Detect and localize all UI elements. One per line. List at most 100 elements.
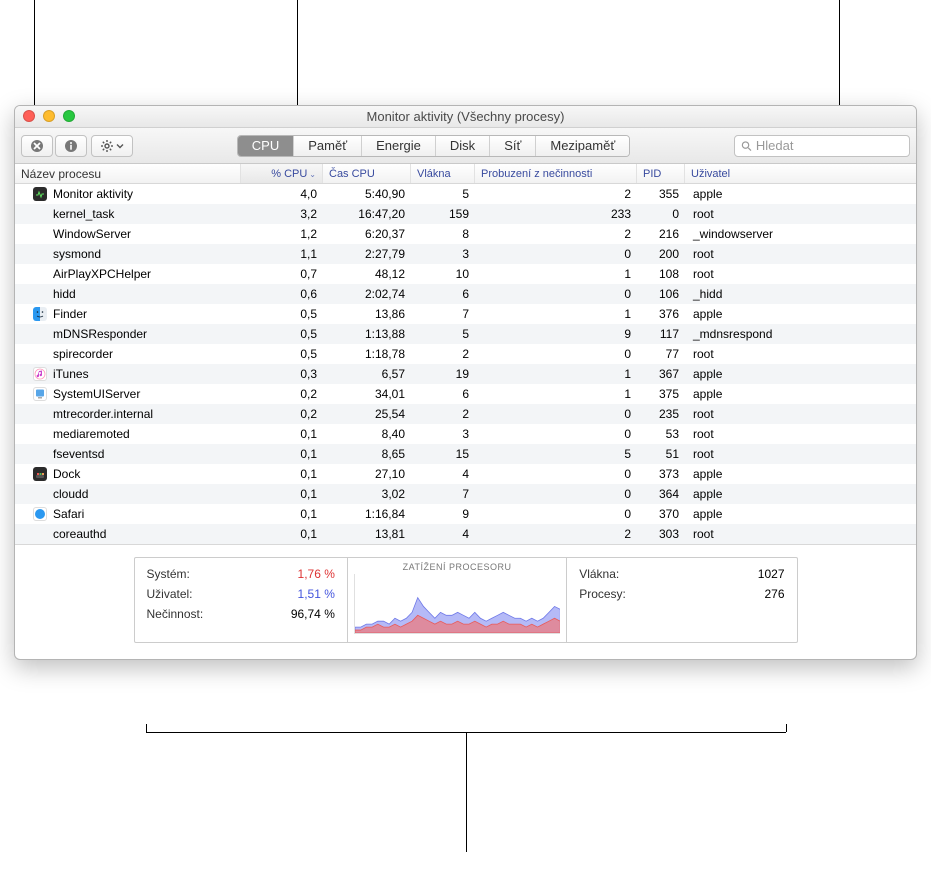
cell-time: 13,81	[323, 524, 411, 544]
table-row[interactable]: cloudd0,13,0270364apple	[15, 484, 916, 504]
cell-user: apple	[685, 304, 916, 324]
titlebar[interactable]: Monitor aktivity (Všechny procesy)	[15, 106, 916, 128]
action-menu-button[interactable]	[91, 135, 133, 157]
cell-cpu: 4,0	[241, 184, 323, 204]
summary-right-column: Vlákna: 1027 Procesy: 276	[567, 558, 796, 642]
table-row[interactable]: coreauthd0,113,8142303root	[15, 524, 916, 544]
window-minimize-button[interactable]	[43, 110, 55, 122]
table-row[interactable]: Finder0,513,8671376apple	[15, 304, 916, 324]
column-pid[interactable]: PID	[637, 164, 685, 183]
cell-user: apple	[685, 384, 916, 404]
stop-process-button[interactable]	[21, 135, 53, 157]
idle-pct-value: 96,74 %	[291, 604, 335, 624]
table-row[interactable]: spirecorder0,51:18,782077root	[15, 344, 916, 364]
table-row[interactable]: AirPlayXPCHelper0,748,12101108root	[15, 264, 916, 284]
search-field[interactable]	[734, 135, 910, 157]
table-row[interactable]: iTunes0,36,57191367apple	[15, 364, 916, 384]
cell-threads: 7	[411, 484, 475, 504]
column-threads[interactable]: Vlákna	[411, 164, 475, 183]
tab-paměť[interactable]: Paměť	[293, 136, 361, 156]
table-row[interactable]: sysmond1,12:27,7930200root	[15, 244, 916, 264]
process-name-cell: SystemUIServer	[15, 384, 241, 404]
cell-cpu: 0,1	[241, 504, 323, 524]
tab-cpu[interactable]: CPU	[238, 136, 293, 156]
cell-user: apple	[685, 464, 916, 484]
cell-wakeups: 0	[475, 484, 637, 504]
table-row[interactable]: mediaremoted0,18,403053root	[15, 424, 916, 444]
cell-wakeups: 0	[475, 284, 637, 304]
activity-monitor-window: Monitor aktivity (Všechny procesy)	[14, 105, 917, 660]
table-row[interactable]: Monitor aktivity4,05:40,9052355apple	[15, 184, 916, 204]
tab-mezipaměť[interactable]: Mezipaměť	[535, 136, 629, 156]
cell-cpu: 0,6	[241, 284, 323, 304]
cell-wakeups: 2	[475, 224, 637, 244]
processes-total-value: 276	[764, 584, 784, 604]
process-name: cloudd	[53, 484, 88, 504]
cell-pid: 200	[637, 244, 685, 264]
table-row[interactable]: mDNSResponder0,51:13,8859117_mdnsrespond	[15, 324, 916, 344]
stop-icon	[30, 139, 44, 153]
user-pct-value: 1,51 %	[298, 584, 335, 604]
search-input[interactable]	[756, 138, 903, 153]
process-table[interactable]: Monitor aktivity4,05:40,9052355applekern…	[15, 184, 916, 544]
threads-total-label: Vlákna:	[579, 564, 619, 584]
process-name-cell: fseventsd	[15, 444, 241, 464]
tab-síť[interactable]: Síť	[489, 136, 535, 156]
window-close-button[interactable]	[23, 110, 35, 122]
tab-disk[interactable]: Disk	[435, 136, 489, 156]
cell-cpu: 0,2	[241, 384, 323, 404]
window-zoom-button[interactable]	[63, 110, 75, 122]
gear-icon	[100, 139, 114, 153]
chart-title: ZATÍŽENÍ PROCESORU	[354, 562, 560, 572]
finder-icon	[33, 307, 47, 321]
column-cpu-time[interactable]: Čas CPU	[323, 164, 411, 183]
table-row[interactable]: fseventsd0,18,6515551root	[15, 444, 916, 464]
cell-wakeups: 0	[475, 404, 637, 424]
cell-pid: 216	[637, 224, 685, 244]
table-row[interactable]: mtrecorder.internal0,225,5420235root	[15, 404, 916, 424]
cell-wakeups: 0	[475, 344, 637, 364]
process-name: coreauthd	[53, 524, 106, 544]
chevron-down-icon	[116, 142, 124, 150]
process-name-cell: AirPlayXPCHelper	[15, 264, 241, 284]
table-row[interactable]: Safari0,11:16,8490370apple	[15, 504, 916, 524]
cell-cpu: 0,1	[241, 424, 323, 444]
cell-threads: 6	[411, 284, 475, 304]
tab-energie[interactable]: Energie	[361, 136, 435, 156]
processes-total-label: Procesy:	[579, 584, 626, 604]
cell-cpu: 0,1	[241, 464, 323, 484]
process-name: Finder	[53, 304, 87, 324]
threads-total-value: 1027	[758, 564, 785, 584]
table-row[interactable]: kernel_task3,216:47,201592330root	[15, 204, 916, 224]
process-name: hidd	[53, 284, 76, 304]
cell-pid: 51	[637, 444, 685, 464]
cell-time: 1:18,78	[323, 344, 411, 364]
safari-icon	[33, 507, 47, 521]
cpu-load-chart	[354, 574, 560, 634]
cell-cpu: 1,1	[241, 244, 323, 264]
window-title: Monitor aktivity (Všechny procesy)	[367, 109, 565, 124]
cell-threads: 3	[411, 244, 475, 264]
inspect-process-button[interactable]	[55, 135, 87, 157]
table-row[interactable]: hidd0,62:02,7460106_hidd	[15, 284, 916, 304]
cell-wakeups: 2	[475, 524, 637, 544]
cell-cpu: 3,2	[241, 204, 323, 224]
column-wakeups[interactable]: Probuzení z nečinnosti	[475, 164, 637, 183]
column-cpu[interactable]: % CPU⌄	[241, 164, 323, 183]
cell-user: root	[685, 344, 916, 364]
summary-left-column: Systém:1,76 % Uživatel:1,51 % Nečinnost:…	[135, 558, 348, 642]
toolbar: CPUPaměťEnergieDiskSíťMezipaměť	[15, 128, 916, 164]
table-row[interactable]: Dock0,127,1040373apple	[15, 464, 916, 484]
table-row[interactable]: SystemUIServer0,234,0161375apple	[15, 384, 916, 404]
column-user[interactable]: Uživatel	[685, 164, 916, 183]
process-name-cell: mediaremoted	[15, 424, 241, 444]
table-row[interactable]: WindowServer1,26:20,3782216_windowserver	[15, 224, 916, 244]
cell-user: apple	[685, 184, 916, 204]
cell-time: 3,02	[323, 484, 411, 504]
cell-threads: 8	[411, 224, 475, 244]
cell-time: 48,12	[323, 264, 411, 284]
cell-time: 1:13,88	[323, 324, 411, 344]
column-name[interactable]: Název procesu	[15, 164, 241, 183]
cell-cpu: 0,7	[241, 264, 323, 284]
process-name-cell: mDNSResponder	[15, 324, 241, 344]
